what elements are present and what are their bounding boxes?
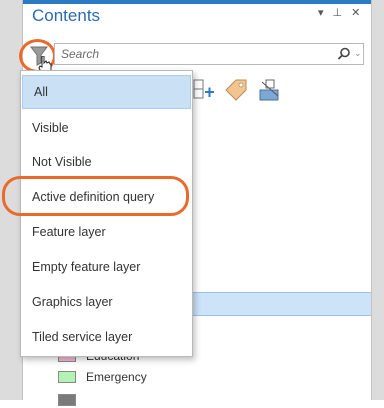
legend-swatch [58,394,76,406]
menu-item-not-visible[interactable]: Not Visible [21,145,192,179]
menu-item-feature-layer[interactable]: Feature layer [21,215,192,249]
close-icon[interactable]: ✕ [351,6,360,20]
search-icon[interactable] [337,47,351,61]
pane-menu-icon[interactable]: ▾ [318,6,324,20]
search-box[interactable]: ⌄ [54,43,364,65]
toolbar-icons [193,79,279,101]
menu-item-tiled-service-layer[interactable]: Tiled service layer [21,320,192,354]
add-data-icon [193,79,214,99]
right-scrollbar[interactable] [371,0,384,400]
imagery-satellite-icon [259,79,279,101]
menu-item-all[interactable]: All [22,75,191,109]
legend-item-other [58,392,86,408]
pane-controls: ▾ ⊥ ✕ [318,6,360,20]
legend-label: Emergency [86,370,147,384]
search-options-chevron-icon[interactable]: ⌄ [354,48,362,59]
selected-layer-row[interactable] [192,292,371,316]
pin-icon[interactable]: ⊥ [333,6,343,20]
menu-item-graphics-layer[interactable]: Graphics layer [21,285,192,319]
pane-title: Contents [32,6,101,25]
legend-item-emergency: Emergency [58,369,147,385]
label-tag-icon [225,79,247,101]
search-input[interactable] [61,46,311,62]
legend-swatch [58,371,76,383]
menu-item-empty-feature-layer[interactable]: Empty feature layer [21,250,192,284]
menu-item-visible[interactable]: Visible [21,111,192,145]
annotation-highlight-ellipse [2,176,189,216]
